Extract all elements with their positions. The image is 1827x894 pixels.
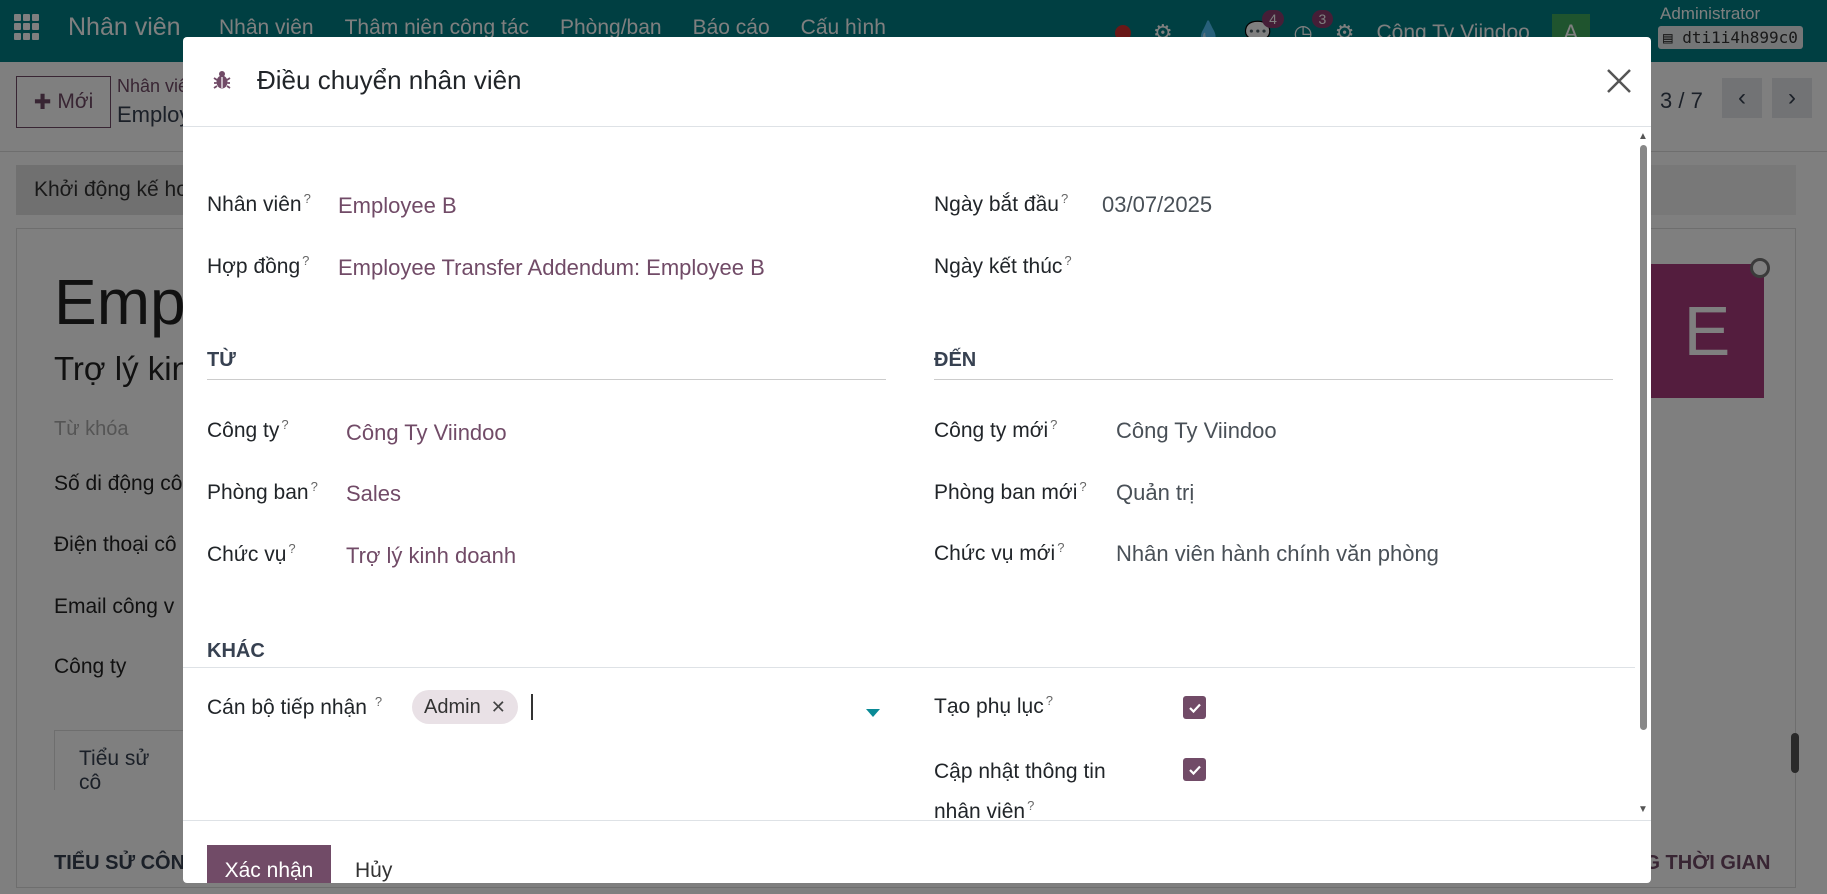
receiver-tag-admin: Admin ✕ bbox=[412, 690, 518, 724]
update-info-checkbox[interactable] bbox=[1183, 758, 1206, 781]
new-department-label: Phòng ban mới? bbox=[934, 479, 1087, 504]
end-date-field[interactable] bbox=[1102, 253, 1502, 281]
update-info-label: Cập nhật thông tin nhân viên? bbox=[934, 760, 1106, 823]
from-section-divider bbox=[207, 379, 886, 380]
dialog-scrollbar-thumb[interactable] bbox=[1640, 145, 1647, 730]
employee-field[interactable]: Employee B bbox=[338, 193, 457, 219]
close-icon[interactable] bbox=[1603, 65, 1635, 97]
check-icon bbox=[1188, 765, 1201, 775]
dialog-header: Điều chuyển nhân viên bbox=[183, 37, 1651, 127]
scroll-up-icon[interactable]: ▲ bbox=[1638, 131, 1648, 142]
dialog-title: Điều chuyển nhân viên bbox=[257, 65, 522, 95]
contract-field-label: Hợp đồng? bbox=[207, 253, 310, 278]
end-date-label: Ngày kết thúc? bbox=[934, 253, 1072, 278]
scroll-down-icon[interactable]: ▼ bbox=[1638, 804, 1648, 815]
check-icon bbox=[1188, 703, 1201, 713]
from-department-field[interactable]: Sales bbox=[346, 481, 401, 507]
dropdown-arrow-icon[interactable] bbox=[866, 709, 880, 717]
from-department-label: Phòng ban? bbox=[207, 479, 318, 504]
dialog-body: ▲ ▼ Nhân viên? Employee B Hợp đồng? Empl… bbox=[183, 127, 1651, 823]
start-date-label: Ngày bắt đầu? bbox=[934, 191, 1069, 216]
cancel-button[interactable]: Hủy bbox=[355, 859, 392, 883]
from-section-heading: TỪ bbox=[207, 349, 236, 371]
to-section-divider bbox=[934, 379, 1613, 380]
from-company-field[interactable]: Công Ty Viindoo bbox=[346, 420, 507, 446]
create-addendum-checkbox[interactable] bbox=[1183, 696, 1206, 719]
confirm-button[interactable]: Xác nhận bbox=[207, 845, 331, 883]
bug-icon bbox=[213, 71, 231, 89]
transfer-dialog: Điều chuyển nhân viên ▲ ▼ Nhân viên? Emp… bbox=[183, 37, 1651, 883]
new-company-label: Công ty mới? bbox=[934, 417, 1058, 442]
from-company-label: Công ty? bbox=[207, 417, 289, 442]
from-job-field[interactable]: Trợ lý kinh doanh bbox=[346, 543, 516, 569]
receiver-label: Cán bộ tiếp nhận ? bbox=[207, 694, 383, 719]
remove-tag-icon[interactable]: ✕ bbox=[491, 697, 506, 718]
employee-field-label: Nhân viên? bbox=[207, 191, 311, 216]
receiver-input[interactable] bbox=[531, 694, 533, 720]
create-addendum-label: Tạo phụ lục? bbox=[934, 693, 1053, 718]
other-section-heading: KHÁC bbox=[207, 640, 265, 662]
start-date-field[interactable]: 03/07/2025 bbox=[1102, 192, 1212, 218]
dialog-footer: Xác nhận Hủy bbox=[183, 820, 1651, 883]
new-job-field[interactable]: Nhân viên hành chính văn phòng bbox=[1116, 541, 1439, 567]
new-department-field[interactable]: Quản trị bbox=[1116, 480, 1194, 506]
other-section-divider bbox=[183, 667, 1635, 668]
contract-field[interactable]: Employee Transfer Addendum: Employee B bbox=[338, 255, 765, 281]
new-job-label: Chức vụ mới? bbox=[934, 540, 1065, 565]
to-section-heading: ĐẾN bbox=[934, 349, 977, 371]
new-company-field[interactable]: Công Ty Viindoo bbox=[1116, 418, 1277, 444]
from-job-label: Chức vụ? bbox=[207, 541, 296, 566]
